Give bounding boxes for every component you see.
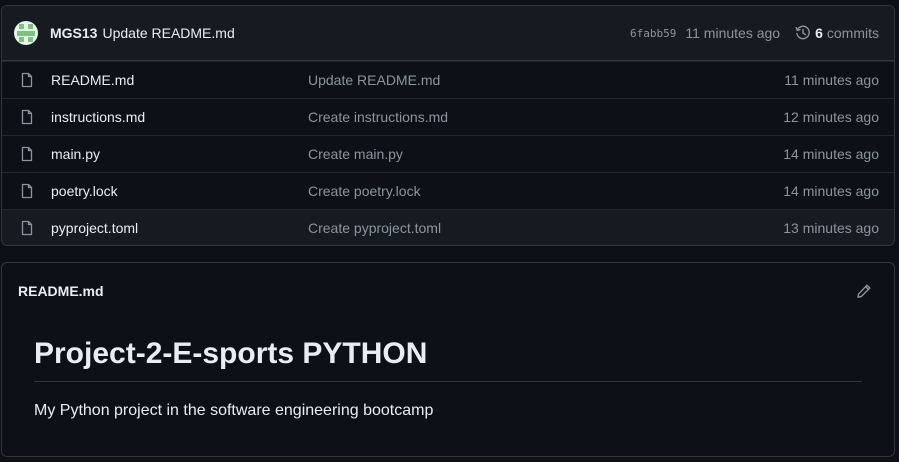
file-name[interactable]: main.py — [51, 146, 308, 162]
file-time: 11 minutes ago — [784, 72, 879, 88]
file-row-poetry-lock[interactable]: poetry.lock Create poetry.lock 14 minute… — [2, 172, 894, 209]
latest-commit-bar: MGS13 Update README.md 6fabb59 11 minute… — [2, 6, 894, 61]
commit-sha[interactable]: 6fabb59 — [630, 27, 676, 40]
pencil-icon[interactable] — [856, 283, 872, 299]
commits-label[interactable]: commits — [827, 25, 879, 41]
commits-count[interactable]: 6 — [815, 25, 823, 41]
readme-content: Project-2-E-sports PYTHON My Python proj… — [2, 319, 894, 420]
readme-heading: Project-2-E-sports PYTHON — [34, 335, 862, 382]
file-row-pyproject[interactable]: pyproject.toml Create pyproject.toml 13 … — [2, 209, 894, 245]
file-commit-message[interactable]: Create main.py — [308, 146, 783, 162]
readme-paragraph: My Python project in the software engine… — [34, 402, 434, 419]
file-time: 14 minutes ago — [783, 183, 879, 199]
file-icon — [19, 146, 35, 162]
file-name[interactable]: pyproject.toml — [51, 220, 308, 236]
commit-message[interactable]: Update README.md — [102, 25, 234, 41]
file-icon — [19, 109, 35, 125]
file-commit-message[interactable]: Create pyproject.toml — [308, 220, 783, 236]
file-name[interactable]: instructions.md — [51, 109, 308, 125]
commit-author[interactable]: MGS13 — [50, 25, 97, 41]
file-name[interactable]: poetry.lock — [51, 183, 308, 199]
file-time: 13 minutes ago — [783, 220, 879, 236]
readme-header: README.md — [2, 263, 894, 319]
history-icon[interactable] — [795, 25, 811, 41]
file-icon — [19, 183, 35, 199]
file-commit-message[interactable]: Update README.md — [308, 72, 784, 88]
file-row-readme[interactable]: README.md Update README.md 11 minutes ag… — [2, 61, 894, 98]
readme-panel: README.md Project-2-E-sports PYTHON My P… — [1, 262, 895, 457]
readme-title[interactable]: README.md — [18, 283, 856, 299]
file-row-main[interactable]: main.py Create main.py 14 minutes ago — [2, 135, 894, 172]
file-name[interactable]: README.md — [51, 72, 308, 88]
file-time: 12 minutes ago — [783, 109, 879, 125]
file-commit-message[interactable]: Create instructions.md — [308, 109, 783, 125]
file-browser: MGS13 Update README.md 6fabb59 11 minute… — [1, 5, 895, 246]
avatar[interactable] — [14, 21, 38, 45]
file-row-instructions[interactable]: instructions.md Create instructions.md 1… — [2, 98, 894, 135]
commit-time: 11 minutes ago — [685, 25, 781, 41]
file-time: 14 minutes ago — [783, 146, 879, 162]
file-commit-message[interactable]: Create poetry.lock — [308, 183, 783, 199]
file-icon — [19, 220, 35, 236]
file-icon — [19, 72, 35, 88]
